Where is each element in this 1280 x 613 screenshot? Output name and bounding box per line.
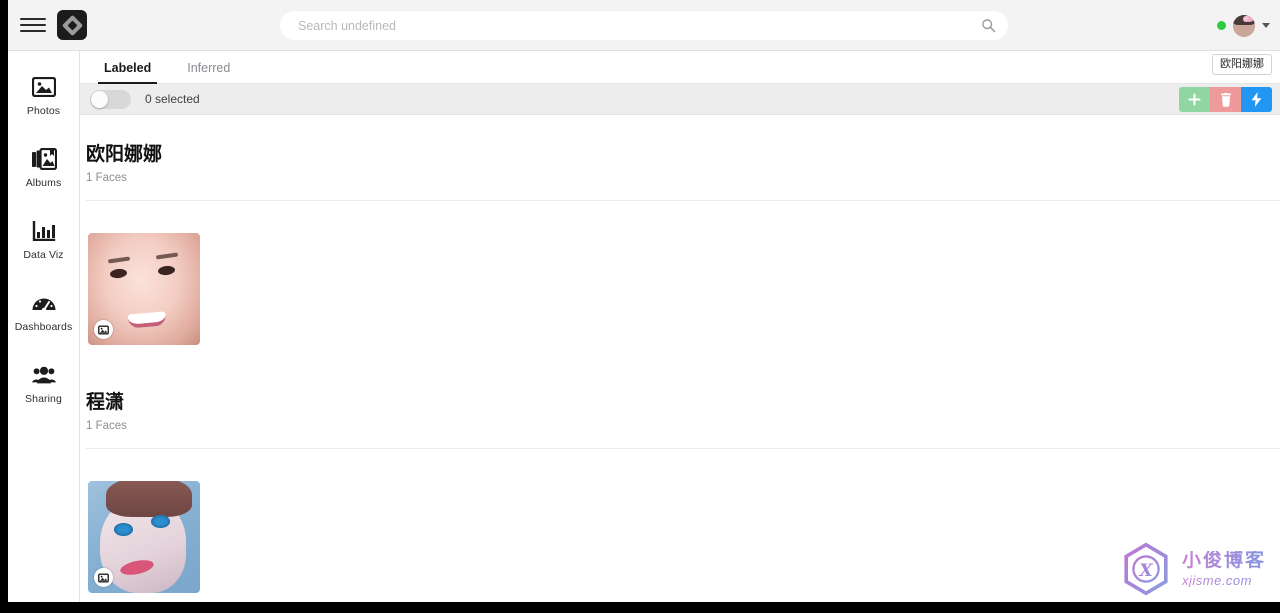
tab-label: Labeled (104, 61, 152, 75)
sidebar-item-label: Albums (25, 177, 62, 189)
dashboards-gauge-icon (31, 291, 57, 315)
data-viz-icon (31, 219, 57, 243)
image-badge-icon[interactable] (94, 568, 113, 587)
scan-button[interactable] (1241, 87, 1272, 112)
face-group-name: 程潇 (86, 392, 125, 413)
face-thumbnail-grid (80, 449, 1280, 593)
delete-button[interactable] (1210, 87, 1241, 112)
sidebar-item-sharing[interactable]: Sharing (10, 363, 78, 405)
sidebar-nav: Photos Albums Data Viz Dashboards Sharin… (8, 51, 80, 602)
user-avatar[interactable] (1233, 14, 1255, 37)
face-eye-right (151, 515, 170, 528)
face-mouth (127, 311, 167, 329)
face-group: 程潇 1 Faces (80, 387, 1280, 593)
tab-inferred[interactable]: Inferred (169, 61, 248, 83)
online-status-dot (1217, 21, 1226, 30)
toggle-knob (91, 90, 108, 108)
sharing-people-icon (31, 363, 57, 387)
face-brow-left (107, 256, 131, 264)
sidebar-item-dashboards[interactable]: Dashboards (10, 291, 78, 333)
avatar-bow-secondary (1243, 15, 1249, 22)
tab-bar: Labeled Inferred 欧阳娜娜 (80, 51, 1280, 84)
face-thumbnail-grid (80, 201, 1280, 345)
face-group-header: 欧阳娜娜 1 Faces (80, 115, 1280, 201)
person-filter-chip[interactable]: 欧阳娜娜 (1212, 54, 1272, 75)
face-thumbnail[interactable] (88, 233, 200, 345)
face-group-name: 欧阳娜娜 (86, 144, 163, 165)
sidebar-item-label: Photos (26, 105, 61, 117)
chevron-down-icon[interactable] (1262, 23, 1270, 28)
sidebar-item-label: Dashboards (14, 321, 73, 333)
main-body: Photos Albums Data Viz Dashboards Sharin… (8, 51, 1280, 602)
logo-diamond-shape (61, 14, 83, 36)
face-group-count: 1 Faces (86, 420, 127, 432)
hamburger-menu-icon[interactable] (20, 15, 46, 35)
selection-toolbar: 0 selected (80, 84, 1280, 115)
face-group-header: 程潇 1 Faces (80, 387, 1280, 449)
sidebar-item-label: Data Viz (23, 249, 64, 261)
albums-icon (31, 147, 57, 171)
sidebar-item-label: Sharing (25, 393, 62, 405)
select-all-toggle[interactable] (90, 89, 131, 109)
image-badge-icon[interactable] (94, 320, 113, 339)
search-input[interactable] (280, 11, 1008, 40)
face-group-count: 1 Faces (86, 172, 127, 184)
face-eye-right (157, 265, 176, 276)
top-bar-right-cluster (1217, 0, 1270, 51)
face-brow-right (155, 252, 179, 260)
add-button[interactable] (1179, 87, 1210, 112)
face-groups-scroll-area[interactable]: 欧阳娜娜 1 Faces 程潇 1 Faces (80, 115, 1280, 602)
face-group: 欧阳娜娜 1 Faces (80, 115, 1280, 345)
photos-icon (31, 75, 57, 99)
plus-icon (1188, 93, 1201, 106)
sidebar-item-albums[interactable]: Albums (10, 147, 78, 189)
face-eye-left (109, 268, 128, 279)
face-hair (106, 481, 192, 517)
app-logo-icon[interactable] (57, 10, 87, 40)
selected-count-label: 0 selected (145, 92, 200, 106)
face-eye-left (114, 523, 133, 536)
lightning-icon (1251, 92, 1262, 107)
content-area: Labeled Inferred 欧阳娜娜 0 selected 欧阳娜娜 1 … (80, 51, 1280, 602)
trash-icon (1220, 92, 1231, 107)
top-bar (8, 0, 1280, 51)
face-thumbnail[interactable] (88, 481, 200, 593)
search-bar (280, 11, 1008, 40)
search-icon[interactable] (981, 18, 996, 33)
sidebar-item-photos[interactable]: Photos (10, 75, 78, 117)
tab-labeled[interactable]: Labeled (86, 61, 169, 84)
tab-label: Inferred (187, 61, 231, 75)
app-window: Photos Albums (8, 0, 1280, 602)
toolbar-actions (1179, 87, 1272, 112)
sidebar-item-data-viz[interactable]: Data Viz (10, 219, 78, 261)
